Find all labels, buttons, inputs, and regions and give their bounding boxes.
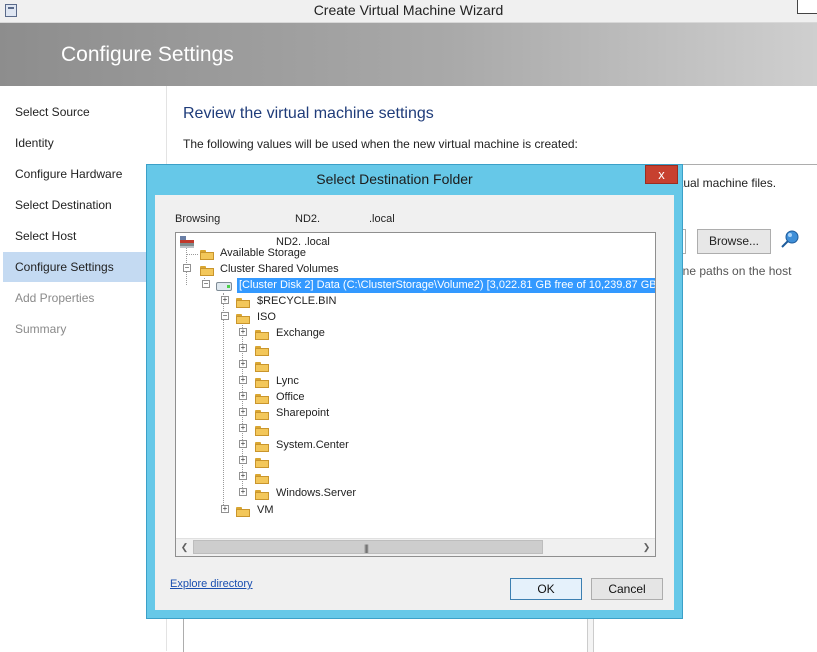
scroll-left-icon[interactable]: ❮: [176, 539, 193, 556]
scroll-thumb[interactable]: |||: [193, 540, 543, 554]
step-configure-hardware[interactable]: Configure Hardware: [3, 159, 163, 189]
horizontal-scrollbar[interactable]: ❮ ||| ❯: [176, 538, 655, 556]
folder-icon: [236, 507, 250, 517]
folder-tree[interactable]: ND2. .local Available Storage − Cluster …: [175, 232, 656, 557]
folder-icon: [255, 490, 269, 500]
tree-node-label: Windows.Server: [276, 487, 357, 499]
browsing-label: Browsing: [175, 213, 221, 225]
folder-icon: [200, 266, 214, 276]
collapse-icon[interactable]: −: [202, 280, 210, 288]
tree-node-label: VM: [257, 504, 274, 516]
browsing-row: Browsing ND2. .local: [175, 213, 395, 225]
tree-node-volume[interactable]: [Cluster Disk 2] Data (C:\ClusterStorage…: [237, 278, 655, 293]
step-select-host[interactable]: Select Host: [3, 221, 163, 251]
tree-node-label: Cluster Shared Volumes: [220, 263, 339, 275]
browse-button[interactable]: Browse...: [697, 229, 771, 254]
title-bar: Create Virtual Machine Wizard: [0, 0, 817, 23]
tree-node-label: System.Center: [276, 439, 349, 451]
tree-node-label: $RECYCLE.BIN: [257, 295, 337, 307]
cancel-button[interactable]: Cancel: [591, 578, 663, 600]
tree-line: [186, 254, 198, 255]
explore-directory-link[interactable]: Explore directory: [170, 578, 253, 590]
browsing-server: ND2. .local: [295, 213, 395, 225]
expand-icon[interactable]: +: [239, 440, 247, 448]
folder-icon: [255, 362, 269, 372]
expand-icon[interactable]: +: [239, 456, 247, 464]
expand-icon[interactable]: +: [239, 488, 247, 496]
expand-icon[interactable]: +: [239, 360, 247, 368]
folder-icon: [255, 410, 269, 420]
expand-icon[interactable]: +: [239, 472, 247, 480]
folder-icon: [200, 250, 214, 260]
wizard-steps-sidebar: Select Source Identity Configure Hardwar…: [0, 86, 167, 651]
tree-node-label: Sharepoint: [276, 407, 330, 419]
window-controls-edge[interactable]: [797, 0, 817, 14]
select-destination-folder-dialog: Select Destination Folder x Browsing ND2…: [146, 164, 683, 619]
step-summary: Summary: [15, 322, 67, 336]
ok-button[interactable]: OK: [510, 578, 582, 600]
tree-node-label: Exchange: [276, 327, 325, 339]
page-banner: Configure Settings: [0, 23, 817, 86]
folder-icon: [255, 458, 269, 468]
folder-icon: [255, 442, 269, 452]
expand-icon[interactable]: +: [221, 296, 229, 304]
step-select-destination[interactable]: Select Destination: [3, 190, 163, 220]
folder-icon: [236, 298, 250, 308]
folder-icon: [255, 330, 269, 340]
window-title: Create Virtual Machine Wizard: [313, 2, 504, 18]
server-icon: [180, 236, 194, 248]
step-identity[interactable]: Identity: [3, 128, 163, 158]
close-icon[interactable]: x: [645, 165, 678, 184]
panel-text-files: tual machine files.: [680, 176, 777, 190]
disk-icon: [216, 282, 232, 291]
expand-icon[interactable]: +: [239, 376, 247, 384]
folder-icon: [255, 426, 269, 436]
tree-line: [223, 293, 224, 513]
expand-icon[interactable]: +: [239, 392, 247, 400]
dialog-title: Select Destination Folder: [316, 171, 473, 187]
step-add-properties: Add Properties: [15, 291, 95, 305]
panel-text-host: ine paths on the host: [680, 264, 792, 278]
step-select-source[interactable]: Select Source: [3, 97, 163, 127]
scroll-right-icon[interactable]: ❯: [638, 539, 655, 556]
content-description: The following values will be used when t…: [183, 137, 578, 151]
content-title: Review the virtual machine settings: [183, 105, 434, 122]
folder-icon: [236, 314, 250, 324]
tree-node-label: Lync: [276, 375, 299, 387]
scroll-grip-icon: |||: [364, 543, 369, 553]
folder-icon: [255, 378, 269, 388]
folder-icon: [255, 474, 269, 484]
tree-node-label: Available Storage: [220, 247, 307, 259]
folder-icon: [255, 394, 269, 404]
expand-icon[interactable]: +: [239, 424, 247, 432]
collapse-icon[interactable]: −: [221, 312, 229, 320]
tree-node-label: [Cluster Disk 2] Data (C:\ClusterStorage…: [237, 278, 655, 293]
tree-node-label: Office: [276, 391, 305, 403]
dialog-body: Browsing ND2. .local ND2. .local Availab…: [155, 195, 674, 610]
step-configure-settings[interactable]: Configure Settings: [3, 252, 163, 282]
expand-icon[interactable]: +: [239, 328, 247, 336]
page-heading: Configure Settings: [61, 43, 234, 66]
collapse-icon[interactable]: −: [183, 264, 191, 272]
pin-icon[interactable]: [780, 229, 800, 249]
expand-icon[interactable]: +: [221, 505, 229, 513]
expand-icon[interactable]: +: [239, 344, 247, 352]
expand-icon[interactable]: +: [239, 408, 247, 416]
folder-icon: [255, 346, 269, 356]
tree-node-label: ISO: [257, 311, 276, 323]
